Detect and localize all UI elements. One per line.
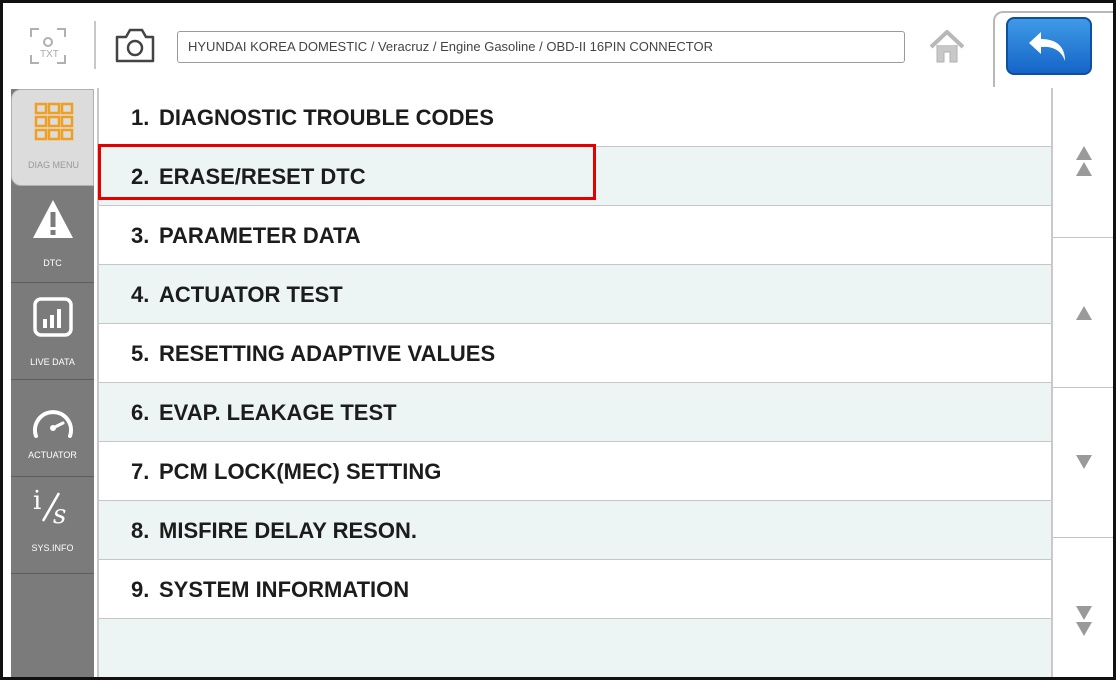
page-up-button[interactable]: [1053, 88, 1113, 238]
sidebar-item-label: LIVE DATA: [30, 357, 75, 367]
back-arrow-icon: [1029, 32, 1065, 61]
up-icon: [1076, 306, 1092, 320]
app-window: TXT HYUNDAI KOREA DOMESTIC / Veracruz / …: [0, 0, 1116, 680]
sidebar-item-label: DIAG MENU: [27, 160, 79, 170]
menu-item-number: 9.: [131, 577, 150, 602]
page-down-button[interactable]: [1053, 538, 1113, 677]
menu-item-evap-leakage-test[interactable]: 6. EVAP. LEAKAGE TEST: [99, 383, 1051, 442]
back-button[interactable]: [1006, 17, 1092, 75]
menu-item-parameter-data[interactable]: 3. PARAMETER DATA: [99, 206, 1051, 265]
page-up-icon: [1076, 146, 1092, 176]
menu-item-pcm-lock-setting[interactable]: 7. PCM LOCK(MEC) SETTING: [99, 442, 1051, 501]
page-down-icon: [1076, 606, 1092, 636]
menu-item-actuator-test[interactable]: 4. ACTUATOR TEST: [99, 265, 1051, 324]
menu-item-number: 4.: [131, 282, 150, 307]
camera-icon[interactable]: [111, 25, 159, 65]
sidebar-item-label: DTC: [43, 258, 62, 268]
menu-item-number: 8.: [131, 518, 150, 543]
sidebar-item-dtc[interactable]: DTC: [11, 186, 94, 283]
sidebar: DIAG MENU DTC LIVE DATA ACTUATOR i s SYS…: [11, 89, 94, 677]
top-bar: TXT HYUNDAI KOREA DOMESTIC / Veracruz / …: [3, 3, 1113, 87]
sidebar-item-label: ACTUATOR: [28, 450, 77, 460]
menu-item-number: 3.: [131, 223, 150, 248]
menu-item-number: 2.: [131, 164, 150, 189]
svg-text:s: s: [53, 500, 66, 527]
svg-text:i: i: [33, 486, 41, 516]
sidebar-item-live-data[interactable]: LIVE DATA: [11, 283, 94, 380]
menu-item-number: 6.: [131, 400, 150, 425]
menu-item-resetting-adaptive-values[interactable]: 5. RESETTING ADAPTIVE VALUES: [99, 324, 1051, 383]
grid-icon: [34, 102, 74, 141]
sidebar-item-label: SYS.INFO: [31, 543, 74, 553]
menu-item-label: PARAMETER DATA: [159, 223, 361, 248]
home-icon[interactable]: [927, 27, 967, 65]
toolbar-divider: [94, 21, 96, 69]
breadcrumb: HYUNDAI KOREA DOMESTIC / Veracruz / Engi…: [177, 31, 905, 63]
menu-item-label: PCM LOCK(MEC) SETTING: [159, 459, 442, 484]
down-icon: [1076, 455, 1092, 469]
warning-icon: [33, 200, 73, 238]
sidebar-item-diag-menu[interactable]: DIAG MENU: [11, 89, 94, 186]
screen-capture-txt-icon[interactable]: TXT: [27, 25, 69, 67]
menu-item-system-information[interactable]: 9. SYSTEM INFORMATION: [99, 560, 1051, 619]
menu-item-misfire-delay-reson[interactable]: 8. MISFIRE DELAY RESON.: [99, 501, 1051, 560]
menu-item-number: 5.: [131, 341, 150, 366]
menu-item-label: EVAP. LEAKAGE TEST: [159, 400, 397, 425]
menu-item-number: 1.: [131, 105, 150, 130]
menu-item-erase-reset-dtc[interactable]: 2. ERASE/RESET DTC: [99, 147, 1051, 206]
sidebar-item-actuator[interactable]: ACTUATOR: [11, 380, 94, 477]
sidebar-item-sys-info[interactable]: i s SYS.INFO: [11, 477, 94, 574]
menu-item-label: SYSTEM INFORMATION: [159, 577, 410, 602]
scroll-controls: [1053, 88, 1113, 677]
gauge-icon: [33, 410, 73, 438]
diag-menu-list: 1. DIAGNOSTIC TROUBLE CODES 2. ERASE/RESET…: [97, 88, 1053, 677]
info-icon: i s: [33, 486, 66, 527]
menu-item-number: 7.: [131, 459, 150, 484]
txt-icon-label: TXT: [40, 49, 59, 60]
scroll-up-button[interactable]: [1053, 238, 1113, 388]
menu-item-diagnostic-trouble-codes[interactable]: 1. DIAGNOSTIC TROUBLE CODES: [99, 88, 1051, 147]
scroll-down-button[interactable]: [1053, 388, 1113, 538]
bar-chart-icon: [33, 297, 73, 337]
menu-item-label: RESETTING ADAPTIVE VALUES: [159, 341, 496, 366]
menu-empty-row: [99, 619, 1051, 677]
menu-item-label: MISFIRE DELAY RESON.: [159, 518, 417, 543]
menu-item-label: DIAGNOSTIC TROUBLE CODES: [159, 105, 494, 130]
menu-item-label: ACTUATOR TEST: [159, 282, 343, 307]
menu-item-label: ERASE/RESET DTC: [159, 164, 366, 189]
